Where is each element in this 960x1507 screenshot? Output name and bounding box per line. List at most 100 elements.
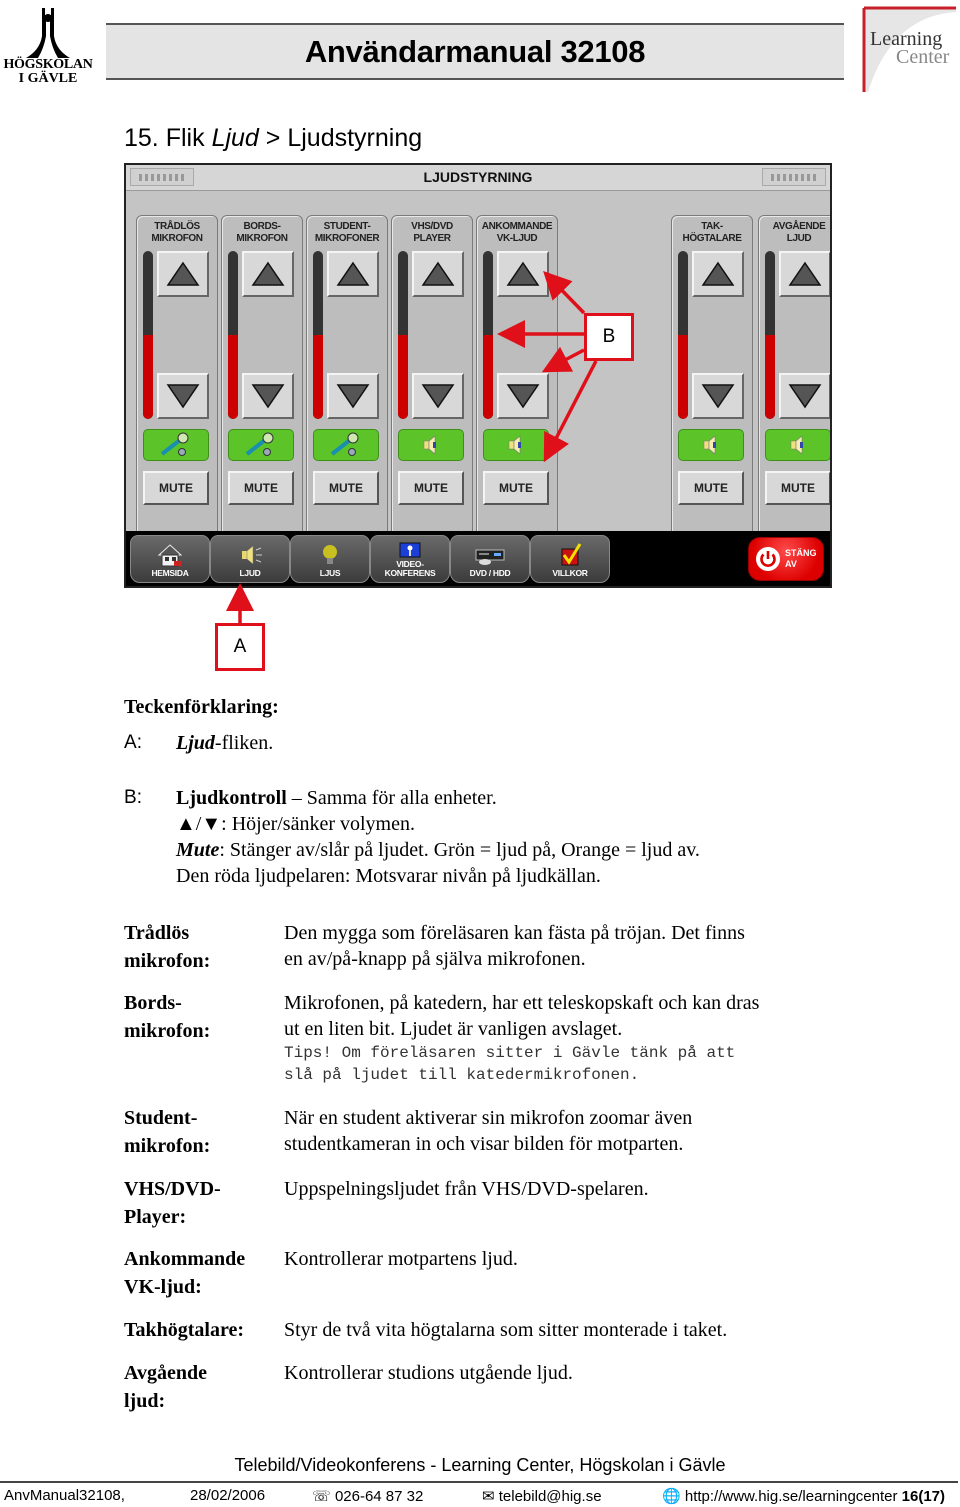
- globe-icon: 🌐: [662, 1488, 681, 1505]
- arrow-down-icon: [421, 384, 455, 409]
- volume-up-button[interactable]: [242, 251, 294, 297]
- tab-ljus[interactable]: LJUS: [290, 535, 370, 583]
- footer-row: AnvManual32108, 28/02/2006 ☏ 026-64 87 3…: [0, 1487, 960, 1507]
- audio-status-indicator[interactable]: [228, 429, 294, 461]
- level-meter-fill: [483, 335, 493, 419]
- level-meter-fill: [398, 335, 408, 419]
- mute-button[interactable]: MUTE: [143, 471, 209, 505]
- logo-line-2: I GÄVLE: [18, 71, 78, 86]
- mute-button[interactable]: MUTE: [313, 471, 379, 505]
- tab-dvd-hdd[interactable]: DVD / HDD: [450, 535, 530, 583]
- tab-villkor[interactable]: VILLKOR: [530, 535, 610, 583]
- volume-down-button[interactable]: [692, 373, 744, 419]
- audio-status-indicator[interactable]: [398, 429, 464, 461]
- volume-up-button[interactable]: [779, 251, 830, 297]
- arrow-up-icon: [421, 261, 455, 286]
- footer-phone-group: ☏ 026-64 87 32: [312, 1488, 424, 1505]
- volume-down-button[interactable]: [157, 373, 209, 419]
- legend-b-text: Ljudkontroll – Samma för alla enheter. ▲…: [176, 787, 700, 887]
- channel-label: TRÅDLÖS MIKROFON: [151, 221, 203, 244]
- volume-down-button[interactable]: [412, 373, 464, 419]
- section-prefix: Flik: [165, 124, 205, 152]
- learning-center-logo: Learning Center: [862, 6, 958, 94]
- definition-term: VHS/DVD- Player:: [124, 1178, 221, 1228]
- legend-key-a: A:: [124, 732, 142, 753]
- level-meter: [143, 251, 153, 419]
- volume-down-button[interactable]: [242, 373, 294, 419]
- speaker-icon: [242, 545, 262, 565]
- screen-title-bar: LJUDSTYRNING: [126, 165, 830, 191]
- audio-status-indicator[interactable]: [678, 429, 744, 461]
- mute-button[interactable]: MUTE: [765, 471, 830, 505]
- audio-status-indicator[interactable]: [483, 429, 549, 461]
- mute-button[interactable]: MUTE: [398, 471, 464, 505]
- definition-description: Kontrollerar studions utgående ljud.: [284, 1362, 573, 1384]
- tab-hemsida[interactable]: HEMSIDA: [130, 535, 210, 583]
- logo-line-1: HÖGSKOLAN: [3, 57, 93, 72]
- tab-label: LJUS: [319, 568, 341, 578]
- tab-ljud[interactable]: LJUD: [210, 535, 290, 583]
- document-title: Användarmanual 32108: [304, 33, 646, 69]
- screen-title: LJUDSTYRNING: [423, 169, 533, 185]
- section-heading: 15. Flik Ljud > Ljudstyrning: [124, 124, 422, 153]
- power-off-button[interactable]: STÄNG AV: [748, 537, 824, 581]
- mute-button[interactable]: MUTE: [483, 471, 549, 505]
- tab-videokonferens[interactable]: VIDEO- KONFERENS: [370, 535, 450, 583]
- section-separator: >: [265, 124, 281, 152]
- volume-up-button[interactable]: [327, 251, 379, 297]
- channel-strip: TAK- HÖGTALARE MUTE: [671, 215, 753, 545]
- footer-email-group[interactable]: ✉ telebild@hig.se: [482, 1487, 602, 1505]
- channel-strip: AVGÅENDE LJUD MUTE: [758, 215, 830, 545]
- logo-center: Center: [896, 46, 950, 68]
- hogskolan-logo: HÖGSKOLAN I GÄVLE: [2, 6, 94, 90]
- tab-label: LJUD: [239, 568, 261, 578]
- page-number: 16(17): [901, 1488, 946, 1505]
- volume-up-button[interactable]: [412, 251, 464, 297]
- volume-up-button[interactable]: [692, 251, 744, 297]
- channel-label: ANKOMMANDE VK-LJUD: [481, 221, 553, 244]
- arrow-down-icon: [166, 384, 200, 409]
- channel-strip: VHS/DVD PLAYER MUTE: [391, 215, 473, 545]
- grip-right-icon: [762, 168, 826, 186]
- speaker-icon: [790, 435, 803, 455]
- volume-down-button[interactable]: [497, 373, 549, 419]
- volume-down-button[interactable]: [327, 373, 379, 419]
- level-meter-fill: [678, 335, 688, 419]
- callout-b: B: [584, 313, 634, 361]
- volume-up-button[interactable]: [497, 251, 549, 297]
- checkmark-icon: [561, 543, 582, 566]
- arrow-up-icon: [251, 261, 285, 286]
- channel-strip: ANKOMMANDE VK-LJUD MUTE: [476, 215, 558, 545]
- audio-status-indicator[interactable]: [765, 429, 830, 461]
- channel-label: VHS/DVD PLAYER: [411, 221, 453, 244]
- definition-term: Avgående ljud:: [124, 1362, 207, 1412]
- power-label-2: AV: [785, 559, 797, 569]
- microphone-icon: [330, 432, 359, 456]
- channel-label: BORDS- MIKROFON: [236, 221, 288, 244]
- channel-label: AVGÅENDE LJUD: [772, 221, 826, 244]
- definition-term: Bords-mikrofon:: [124, 992, 211, 1042]
- level-meter-fill: [765, 335, 775, 419]
- mute-button[interactable]: MUTE: [678, 471, 744, 505]
- section-tab-name: Ljud: [211, 124, 259, 152]
- dvd-player-icon: [475, 549, 505, 565]
- arrow-down-icon: [701, 384, 735, 409]
- audio-status-indicator[interactable]: [313, 429, 379, 461]
- definition-description: När en student aktiverar sin mikrofon zo…: [284, 1107, 693, 1155]
- arrow-down-icon: [506, 384, 540, 409]
- tab-label: VILLKOR: [552, 568, 588, 578]
- definition-description: Kontrollerar motpartens ljud.: [284, 1248, 518, 1270]
- footer-url-group[interactable]: 🌐 http://www.hig.se/learningcenter 16(17…: [662, 1487, 945, 1505]
- level-meter: [313, 251, 323, 419]
- phone-icon: ☏: [312, 1488, 331, 1505]
- tip-text: Tips! Om föreläsaren sitter i Gävle tänk…: [284, 1044, 736, 1062]
- volume-up-button[interactable]: [157, 251, 209, 297]
- bottom-tab-bar: HEMSIDA LJUD LJUS VIDEO- KONFERENS DVD /…: [126, 531, 830, 586]
- volume-down-button[interactable]: [779, 373, 830, 419]
- legend-title: Teckenförklaring:: [124, 696, 279, 718]
- hogskolan-emblem-icon: [26, 8, 70, 58]
- level-meter: [228, 251, 238, 419]
- audio-status-indicator[interactable]: [143, 429, 209, 461]
- arrow-up-icon: [788, 261, 822, 286]
- mute-button[interactable]: MUTE: [228, 471, 294, 505]
